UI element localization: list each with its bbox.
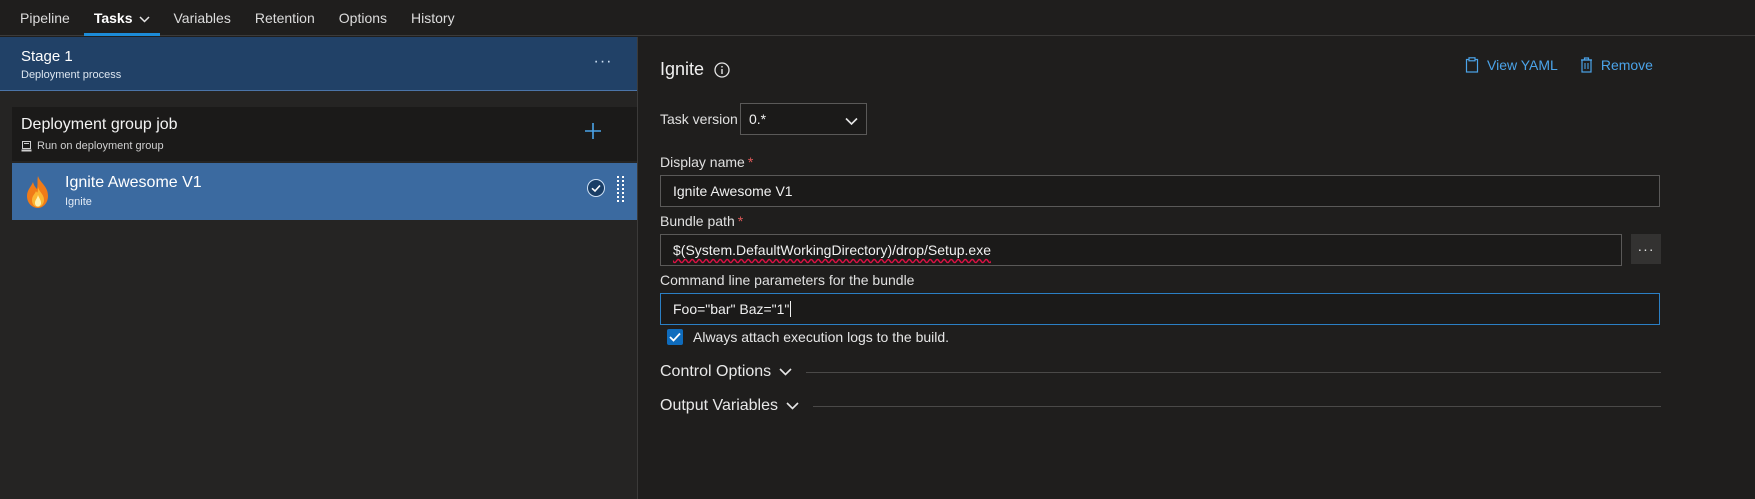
process-pane: Stage 1 Deployment process ··· Deploymen… <box>0 37 638 499</box>
more-actions-button[interactable]: ··· <box>592 51 614 73</box>
cmd-params-label: Command line parameters for the bundle <box>660 272 915 288</box>
tab-retention[interactable]: Retention <box>243 0 327 35</box>
chevron-down-icon <box>845 113 858 129</box>
bundle-path-label: Bundle path * <box>660 213 743 229</box>
tab-history[interactable]: History <box>399 0 467 35</box>
task-item-ignite[interactable]: Ignite Awesome V1 Ignite <box>12 163 637 220</box>
stage-title: Stage 1 <box>21 48 73 65</box>
control-options-label: Control Options <box>660 363 772 380</box>
enabled-check-icon <box>586 178 606 198</box>
required-marker: * <box>747 154 754 170</box>
view-yaml-button[interactable]: View YAML <box>1465 57 1558 73</box>
tab-tasks[interactable]: Tasks <box>82 0 162 36</box>
control-options-section[interactable]: Control Options <box>660 363 1661 381</box>
job-subtitle-text: Run on deployment group <box>37 140 164 152</box>
trash-icon <box>1580 57 1592 73</box>
top-tab-bar: Pipeline Tasks Variables Retention Optio… <box>0 0 1755 36</box>
chevron-down-icon <box>138 10 150 26</box>
output-variables-section[interactable]: Output Variables <box>660 397 1661 415</box>
display-name-field[interactable]: Ignite Awesome V1 <box>660 175 1660 207</box>
task-version-select[interactable]: 0.* <box>740 103 867 135</box>
tab-pipeline[interactable]: Pipeline <box>20 0 82 35</box>
chevron-down-icon <box>779 363 792 381</box>
display-name-label-text: Display name <box>660 154 745 170</box>
tab-variables[interactable]: Variables <box>162 0 243 35</box>
detail-title-text: Ignite <box>660 59 705 79</box>
task-title: Ignite Awesome V1 <box>65 174 202 191</box>
text-caret <box>790 301 792 317</box>
required-marker: * <box>737 213 744 229</box>
divider <box>813 405 1661 407</box>
attach-logs-label: Always attach execution logs to the buil… <box>693 329 950 345</box>
checkmark-icon <box>669 332 681 342</box>
browse-button[interactable]: ··· <box>1631 234 1661 264</box>
view-yaml-label: View YAML <box>1487 57 1558 73</box>
task-version-value: 0.* <box>749 111 767 127</box>
bundle-path-value: $(System.DefaultWorkingDirectory)/drop/S… <box>673 242 991 258</box>
flame-icon <box>24 175 52 209</box>
display-name-label: Display name * <box>660 154 753 170</box>
attach-logs-row: Always attach execution logs to the buil… <box>667 329 949 345</box>
cmd-params-field[interactable]: Foo="bar" Baz="1" <box>660 293 1660 325</box>
drag-handle-icon[interactable] <box>616 175 626 203</box>
bundle-path-label-text: Bundle path <box>660 213 735 229</box>
clipboard-icon <box>1465 57 1479 73</box>
attach-logs-checkbox[interactable] <box>667 329 683 345</box>
bundle-path-field[interactable]: $(System.DefaultWorkingDirectory)/drop/S… <box>660 234 1622 266</box>
display-name-value: Ignite Awesome V1 <box>673 183 793 199</box>
add-task-button[interactable] <box>581 119 605 143</box>
stage-header[interactable]: Stage 1 Deployment process ··· <box>0 37 637 91</box>
remove-button[interactable]: Remove <box>1580 57 1653 73</box>
job-title: Deployment group job <box>21 116 178 133</box>
info-icon[interactable] <box>714 61 730 78</box>
detail-actions: View YAML Remove <box>1465 57 1675 73</box>
cmd-params-value: Foo="bar" Baz="1" <box>673 301 790 317</box>
deployment-group-job[interactable]: Deployment group job Run on deployment g… <box>12 107 637 161</box>
stage-subtitle: Deployment process <box>21 69 122 81</box>
task-version-label: Task version <box>660 111 738 127</box>
task-detail-pane: Ignite View YAML Remove Task version 0.*… <box>639 37 1755 499</box>
detail-title: Ignite <box>660 59 730 80</box>
chevron-down-icon <box>786 397 799 415</box>
divider <box>806 371 1661 373</box>
server-icon <box>21 140 32 152</box>
tab-tasks-label: Tasks <box>93 9 133 26</box>
job-subtitle: Run on deployment group <box>21 140 164 152</box>
output-variables-label: Output Variables <box>660 397 778 414</box>
tab-options[interactable]: Options <box>327 0 399 35</box>
task-subtitle: Ignite <box>65 196 92 208</box>
remove-label: Remove <box>1600 57 1653 73</box>
plus-icon <box>585 123 601 139</box>
